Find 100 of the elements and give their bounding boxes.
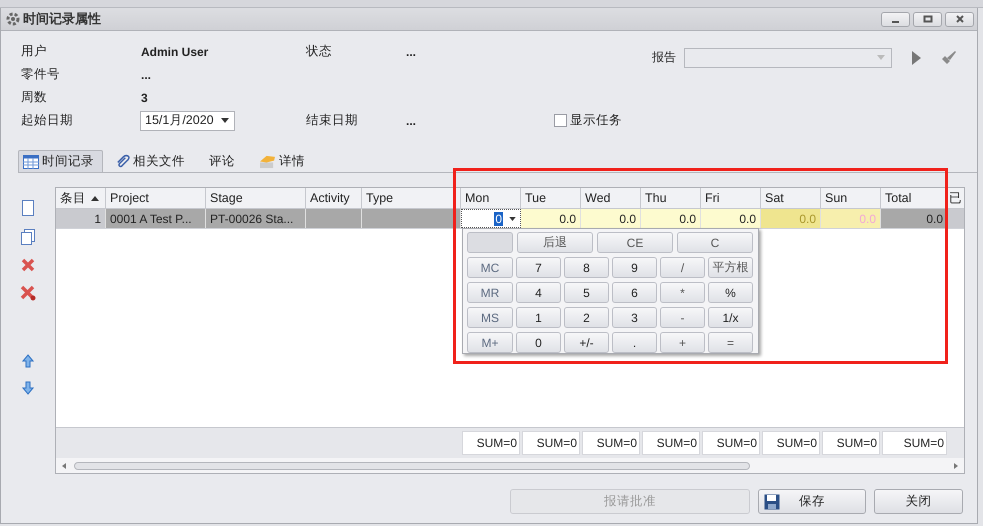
calculator-key[interactable]: 7 (516, 257, 561, 278)
column-header[interactable]: Tue (521, 188, 581, 208)
calculator-key[interactable]: MC (467, 257, 513, 278)
calculator-key[interactable]: 平方根 (708, 257, 753, 278)
scroll-left-icon[interactable] (62, 462, 66, 468)
calculator-key[interactable]: 0 (516, 332, 561, 353)
column-header[interactable]: Activity (306, 188, 362, 208)
table-cell: PT-00026 Sta... (206, 209, 306, 228)
sum-cell: SUM=0 (822, 431, 880, 455)
calculator-key[interactable]: 8 (564, 257, 609, 278)
calculator-key[interactable]: 后退 (517, 232, 593, 253)
calculator-key[interactable]: 9 (612, 257, 657, 278)
field-value: ... (406, 114, 418, 128)
table-cell: 0001 A Test P... (106, 209, 206, 228)
column-header[interactable]: Wed (581, 188, 641, 208)
delete-all-icon[interactable] (20, 285, 36, 301)
column-header[interactable]: Total (881, 188, 948, 208)
table-cell: 0.0 (761, 209, 821, 228)
arrow-down-icon[interactable] (22, 381, 34, 395)
calculator-key[interactable]: MS (467, 307, 513, 328)
scroll-right-icon[interactable] (954, 462, 958, 468)
field-label: 用户 (21, 43, 48, 60)
sum-cell: SUM=0 (702, 431, 760, 455)
delete-icon[interactable] (21, 258, 35, 272)
sum-cell: SUM=0 (522, 431, 580, 455)
minimize-icon (892, 21, 899, 23)
maximize-button[interactable] (913, 12, 942, 26)
field-label: 起始日期 (21, 112, 74, 129)
column-header[interactable]: Mon (461, 188, 521, 208)
calculator-key[interactable]: 1/x (708, 307, 753, 328)
sum-cell: SUM=0 (642, 431, 700, 455)
show-tasks-checkbox[interactable]: 显示任务 (554, 112, 622, 129)
calculator-key[interactable]: / (660, 257, 705, 278)
tab[interactable]: 时间记录 (18, 150, 103, 172)
hand-icon (259, 154, 276, 168)
horizontal-scrollbar[interactable] (56, 458, 964, 473)
calculator-key[interactable]: MR (467, 282, 513, 303)
calculator-key[interactable]: 3 (612, 307, 657, 328)
calculator-key[interactable]: 1 (516, 307, 561, 328)
column-header[interactable]: Project (106, 188, 206, 208)
new-page-icon[interactable] (22, 200, 34, 216)
table-cell: 0.0 (881, 209, 948, 228)
column-header[interactable]: Thu (641, 188, 701, 208)
minimize-button[interactable] (881, 12, 910, 26)
calculator-key[interactable]: % (708, 282, 753, 303)
column-header[interactable]: Type (362, 188, 461, 208)
sort-arrow-icon (91, 196, 99, 201)
close-button[interactable] (945, 12, 974, 26)
calculator-key[interactable]: + (660, 332, 705, 353)
copy-icon[interactable] (21, 229, 35, 245)
arrow-up-icon[interactable] (22, 354, 34, 368)
action-button[interactable]: 关闭 (874, 489, 963, 514)
table-cell: 0.0 (641, 209, 701, 228)
column-header[interactable]: Fri (701, 188, 761, 208)
calculator-key[interactable]: 5 (564, 282, 609, 303)
field-value: Admin User (141, 44, 208, 58)
paperclip-icon (115, 154, 130, 168)
table-cell: 1 (56, 209, 106, 228)
column-header[interactable]: 已 (948, 188, 964, 208)
calculator-key[interactable]: - (660, 307, 705, 328)
field-value: ... (141, 68, 152, 82)
caret-icon (877, 55, 885, 60)
calculator-key[interactable]: 6 (612, 282, 657, 303)
field-label: 状态 (306, 43, 333, 60)
table-cell: 0.0 (521, 209, 581, 228)
field-label: 结束日期 (306, 112, 359, 129)
report-label: 报告 (652, 49, 676, 66)
table-cell: 0.0 (581, 209, 641, 228)
sum-cell: SUM=0 (762, 431, 820, 455)
calculator-key[interactable]: * (660, 282, 705, 303)
window-title: 时间记录属性 (23, 10, 101, 28)
calculator-key[interactable]: = (708, 332, 753, 353)
column-header[interactable]: Sat (761, 188, 821, 208)
tab[interactable]: 相关文件 (103, 150, 197, 172)
field-value: 3 (141, 90, 148, 104)
column-header[interactable]: Sun (821, 188, 881, 208)
maximize-icon (922, 14, 934, 24)
tab[interactable]: 详情 (247, 150, 317, 172)
calculator-key[interactable]: +/- (564, 332, 609, 353)
date-field[interactable]: 15/1月/2020 (140, 110, 235, 130)
sum-cell: SUM=0 (582, 431, 640, 455)
calculator-key[interactable]: . (612, 332, 657, 353)
table-cell: 0.0 (701, 209, 761, 228)
calculator-key[interactable]: 2 (564, 307, 609, 328)
caret-icon (509, 216, 516, 220)
play-icon[interactable] (912, 50, 921, 64)
field-label: 零件号 (21, 66, 61, 83)
column-header[interactable]: Stage (206, 188, 306, 208)
calculator-key[interactable]: 4 (516, 282, 561, 303)
gear-icon (5, 11, 21, 27)
table-cell: 0 (461, 209, 521, 228)
tab[interactable]: 评论 (197, 150, 247, 172)
brush-icon[interactable] (941, 50, 957, 66)
table-icon (23, 154, 39, 168)
calculator-key[interactable]: M+ (467, 332, 513, 353)
action-button[interactable]: 保存 (758, 489, 866, 514)
calculator-key[interactable]: C (677, 232, 753, 253)
calculator-key[interactable]: CE (597, 232, 673, 253)
column-header[interactable]: 条目 (56, 188, 106, 208)
sum-cell: SUM=0 (882, 431, 947, 455)
